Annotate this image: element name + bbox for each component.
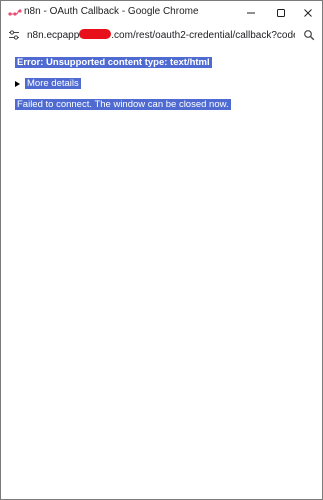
zoom-icon[interactable] <box>303 29 315 41</box>
n8n-logo-icon <box>8 9 22 16</box>
close-icon <box>304 9 312 17</box>
redaction-mark <box>79 29 112 39</box>
minimize-icon <box>247 12 255 14</box>
more-details-toggle[interactable]: More details <box>15 78 81 89</box>
url-field[interactable]: n8n.ecpapp .com/rest/oauth2-credential/ca… <box>27 29 295 41</box>
title-bar[interactable]: n8n - OAuth Callback - Google Chrome <box>1 1 322 25</box>
tune-icon[interactable] <box>8 29 20 41</box>
error-message: Error: Unsupported content type: text/ht… <box>15 57 212 68</box>
minimize-button[interactable] <box>237 1 265 25</box>
address-bar[interactable]: n8n.ecpapp .com/rest/oauth2-credential/ca… <box>1 25 322 45</box>
maximize-icon <box>277 9 285 17</box>
maximize-button[interactable] <box>267 1 295 25</box>
page-content: Error: Unsupported content type: text/ht… <box>1 45 322 499</box>
failed-message: Failed to connect. The window can be clo… <box>15 99 231 110</box>
close-button[interactable] <box>294 1 322 25</box>
window-title: n8n - OAuth Callback - Google Chrome <box>24 6 199 17</box>
url-suffix: .com/rest/oauth2-credential/callback?cod… <box>111 30 295 41</box>
more-details-label: More details <box>25 78 81 89</box>
disclosure-triangle-icon <box>15 80 20 87</box>
browser-window: n8n - OAuth Callback - Google Chrome n8n… <box>0 0 323 500</box>
url-prefix: n8n.ecpapp <box>27 30 80 41</box>
